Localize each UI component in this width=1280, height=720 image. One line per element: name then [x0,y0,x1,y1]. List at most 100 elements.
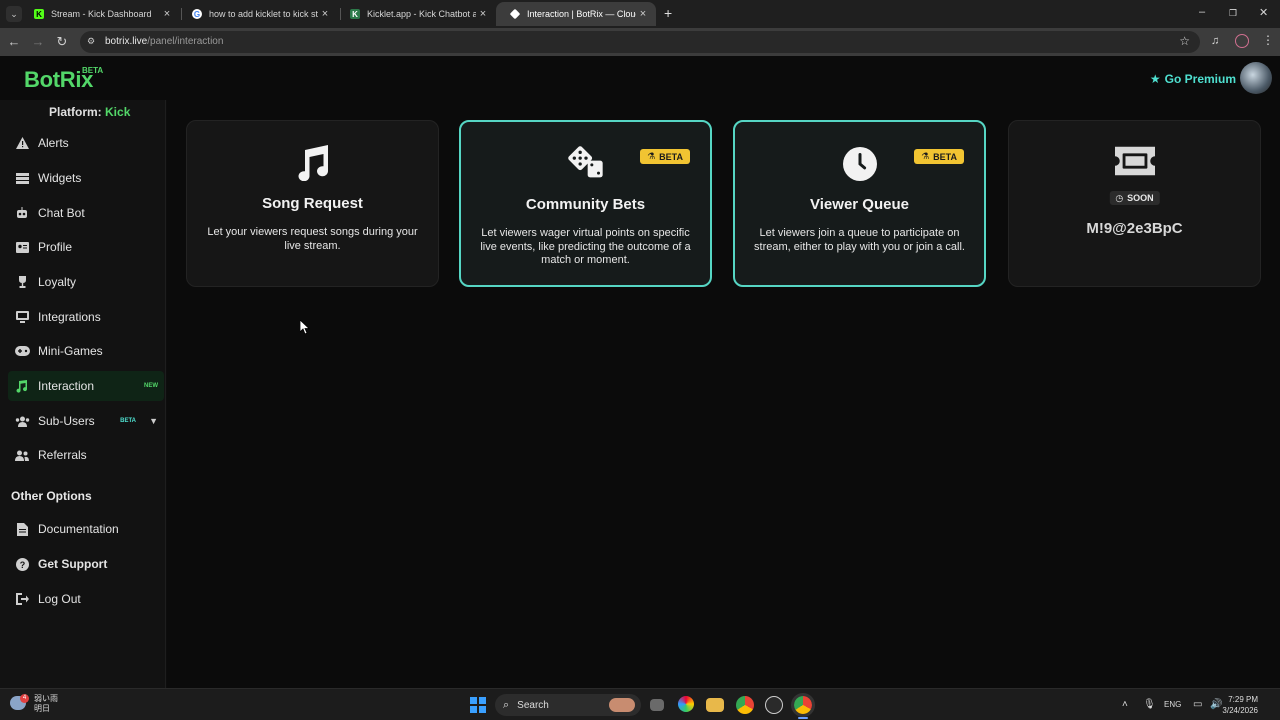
forward-button[interactable]: → [30,34,46,50]
close-tab-icon[interactable]: × [636,8,650,20]
volume-icon[interactable]: 🔊 [1210,699,1222,710]
url-path: /panel/interaction [147,36,224,47]
sidebar-item-label: Integrations [38,310,101,324]
sidebar-item-integrations[interactable]: Integrations [8,302,164,332]
windows-start-icon[interactable] [470,697,486,713]
sidebar: Platform: Kick Alerts Widgets Chat Bot P… [0,100,166,688]
app-header: BotRix BETA ★ Go Premium [0,56,1280,100]
card-description: Let your viewers request songs during yo… [207,226,418,252]
mouse-cursor [299,319,311,339]
soon-badge: ◷ SOON [1109,191,1160,205]
browser-tab-kick-dashboard[interactable]: K Stream - Kick Dashboard × [20,2,180,26]
other-options-heading: Other Options [11,489,92,503]
sidebar-item-alerts[interactable]: Alerts [8,128,164,158]
sidebar-item-loyalty[interactable]: Loyalty [8,267,164,297]
browser-tab-botrix-interaction[interactable]: Interaction | BotRix — Cloud St × [496,2,656,26]
platform-value: Kick [105,105,131,119]
url-text[interactable]: botrix.live/panel/interaction [105,36,223,47]
platform-indicator: Platform: Kick [49,105,130,119]
url-host: botrix.live [105,36,148,47]
new-tab-button[interactable]: + [664,5,672,21]
back-button[interactable]: ← [6,34,22,50]
notification-count-icon: 4 [20,694,29,703]
reload-button[interactable]: ↻ [54,34,70,50]
main-content: Song Request Let your viewers request so… [167,100,1280,688]
beta-badge: BETA [120,418,136,424]
sidebar-item-label: Loyalty [38,275,77,289]
sidebar-item-documentation[interactable]: Documentation [8,514,164,544]
platform-label: Platform: [49,105,102,119]
profile-icon[interactable] [1235,34,1249,48]
logo-beta-badge: BETA [82,66,104,75]
color-app-icon[interactable] [678,696,694,712]
chevron-down-icon[interactable]: ▼ [149,416,158,426]
trophy-icon [14,274,30,290]
referrals-users-icon [14,447,30,463]
media-controls-icon[interactable]: ♫ [1211,35,1219,47]
sidebar-item-mini-games[interactable]: Mini-Games [8,336,164,366]
kick-favicon-icon: K [34,9,44,19]
dice-icon [566,144,606,184]
language-indicator[interactable]: ENG [1164,700,1181,709]
song-request-card[interactable]: Song Request Let your viewers request so… [186,120,439,287]
sidebar-item-log-out[interactable]: Log Out [8,584,164,614]
clock-icon [840,144,880,184]
task-view-icon[interactable] [650,699,664,711]
svg-text:?: ? [19,560,25,570]
card-title: Community Bets [525,196,646,213]
chrome-active-icon[interactable] [791,693,815,717]
minimize-button[interactable]: – [1199,6,1205,18]
maximize-button[interactable]: ❐ [1229,8,1237,19]
user-avatar[interactable] [1240,62,1272,94]
close-tab-icon[interactable]: × [160,8,174,20]
warning-triangle-icon [14,135,30,151]
browser-tab-kicklet[interactable]: K Kicklet.app - Kick Chatbot and × [336,2,496,26]
clock-icon: ◷ [1115,192,1124,203]
music-note-icon [14,378,30,394]
flask-icon: ⚗ [647,151,656,161]
tab-title: Stream - Kick Dashboard [51,9,152,19]
card-title: Viewer Queue [810,196,909,213]
steam-icon[interactable] [765,696,783,714]
go-premium-button[interactable]: ★ Go Premium [1150,72,1236,86]
microphone-icon[interactable]: 🎙 [1143,699,1156,710]
question-circle-icon: ? [14,556,30,572]
close-tab-icon[interactable]: × [318,8,332,20]
browser-tab-google-search[interactable]: G how to add kicklet to kick strea × [178,2,338,26]
sidebar-item-get-support[interactable]: ? Get Support [8,549,164,579]
sidebar-item-label: Profile [38,240,73,254]
community-bets-card[interactable]: ⚗ BETA Community Bets Let viewers wager v… [459,120,712,287]
tab-title: Interaction | BotRix — Cloud St [527,9,636,19]
tray-overflow-icon[interactable]: ˄ [1122,699,1128,710]
weather-widget[interactable]: 4 弱い雨 明日 [10,694,58,714]
sidebar-item-profile[interactable]: Profile [8,232,164,262]
browser-tab-strip: ⌄ K Stream - Kick Dashboard × G how to a… [0,0,1280,28]
close-tab-icon[interactable]: × [476,8,490,20]
browser-menu-icon[interactable]: ⋮ [1262,33,1274,47]
card-code-text: M!9@2e3BpC [1086,220,1183,237]
close-window-button[interactable]: ✕ [1259,6,1268,19]
taskbar-search[interactable]: ⌕ Search [495,694,641,716]
address-bar[interactable]: ⚙ botrix.live/panel/interaction ☆ [80,31,1200,53]
bookmark-star-icon[interactable]: ☆ [1179,34,1190,48]
tab-title: Kicklet.app - Kick Chatbot and [367,9,476,19]
taskbar-search-label: Search [517,699,549,711]
sidebar-item-interaction[interactable]: Interaction NEW [8,371,164,401]
flask-icon: ⚗ [921,151,930,161]
id-card-icon [14,239,30,255]
display-icon[interactable]: ▭ [1193,699,1202,710]
sidebar-item-referrals[interactable]: Referrals [8,440,164,470]
coming-soon-card[interactable]: ◷ SOON M!9@2e3BpC [1008,120,1261,287]
site-info-icon[interactable]: ⚙ [87,36,95,47]
sidebar-item-sub-users[interactable]: Sub-Users BETA ▼ [8,406,164,436]
viewer-queue-card[interactable]: ⚗ BETA Viewer Queue Let viewers join a qu… [733,120,986,287]
sidebar-item-chat-bot[interactable]: Chat Bot [8,198,164,228]
widgets-list-icon [14,170,30,186]
file-explorer-icon[interactable] [706,698,724,712]
clock-time: 7:29 PM [1228,695,1258,704]
chrome-icon[interactable] [736,696,754,714]
system-clock[interactable]: 7:29 PM 3/24/2026 [1222,694,1258,716]
integrations-icon [14,309,30,325]
sidebar-item-widgets[interactable]: Widgets [8,163,164,193]
sidebar-item-label: Interaction [38,379,95,393]
